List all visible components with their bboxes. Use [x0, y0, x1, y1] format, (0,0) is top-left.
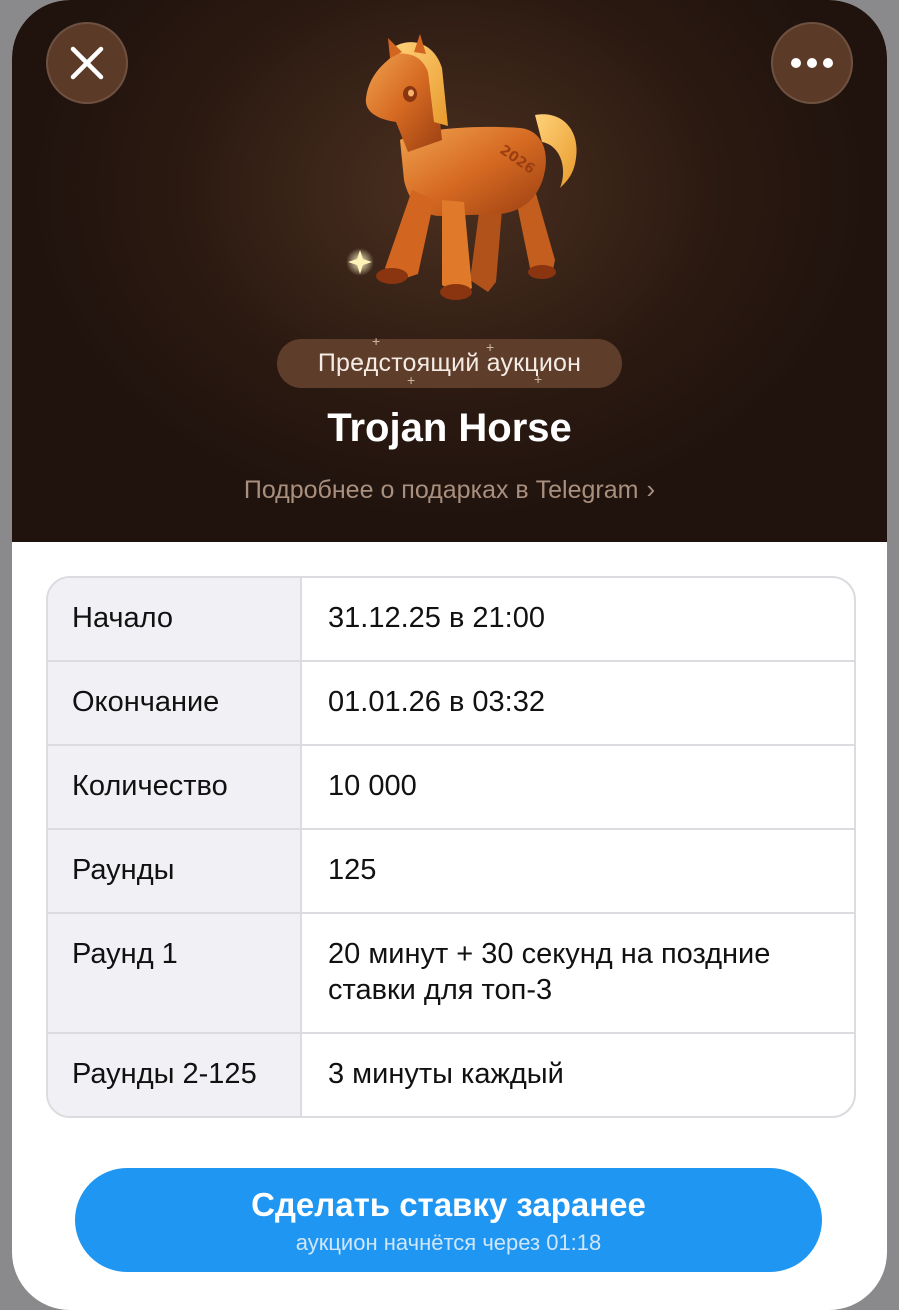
row-value: 10 000: [328, 770, 417, 802]
bid-button-label: Сделать ставку заранее: [251, 1186, 646, 1223]
gift-auction-sheet: 2026 Предстоящий аукцион + + + + + Troja…: [12, 0, 887, 1310]
sparkle-icon: +: [357, 356, 363, 367]
gifts-info-link-label: Подробнее о подарках в Telegram: [243, 476, 639, 504]
row-label: Количество: [48, 746, 302, 828]
sparkle-icon: +: [486, 339, 495, 355]
row-label: Окончание: [48, 662, 302, 744]
gift-header: 2026 Предстоящий аукцион + + + + + Troja…: [12, 0, 887, 542]
place-early-bid-button[interactable]: Сделать ставку заранее аукцион начнётся …: [75, 1168, 822, 1272]
chevron-right-icon: ›: [646, 474, 656, 504]
auction-countdown: аукцион начнётся через 01:18: [295, 1230, 602, 1255]
status-badge: Предстоящий аукцион: [277, 339, 622, 388]
table-row: Начало 31.12.25 в 21:00: [48, 578, 854, 660]
close-button[interactable]: [46, 22, 128, 104]
row-label: Начало: [48, 578, 302, 660]
gift-title: Trojan Horse: [327, 406, 572, 450]
auction-details-table: Начало 31.12.25 в 21:00 Окончание 01.01.…: [46, 576, 856, 1118]
sparkle-icon: +: [407, 372, 416, 388]
row-value: 01.01.26 в 03:32: [328, 686, 545, 718]
more-options-button[interactable]: [771, 22, 853, 104]
row-value: 3 минуты каждый: [328, 1058, 564, 1090]
row-value: 20 минут + 30 секунд на поздние ставки д…: [328, 938, 771, 1006]
row-label: Раунды: [48, 830, 302, 912]
gifts-info-link[interactable]: Подробнее о подарках в Telegram ›: [12, 472, 887, 507]
sparkle-icon: +: [372, 333, 381, 349]
row-value: 125: [328, 854, 377, 886]
trojan-horse-gift-image: 2026: [346, 34, 577, 300]
row-value: 31.12.25 в 21:00: [328, 602, 545, 634]
table-row: Раунды 2-125 3 минуты каждый: [48, 1032, 854, 1116]
row-label: Раунд 1: [48, 914, 302, 1032]
row-label: Раунды 2-125: [48, 1034, 302, 1116]
table-row: Окончание 01.01.26 в 03:32: [48, 660, 854, 744]
table-row: Количество 10 000: [48, 744, 854, 828]
close-icon: [70, 46, 104, 80]
more-dots-icon: [791, 58, 833, 68]
table-row: Раунд 1 20 минут + 30 секунд на поздние …: [48, 912, 854, 1032]
sparkle-icon: +: [534, 371, 543, 387]
table-row: Раунды 125: [48, 828, 854, 912]
